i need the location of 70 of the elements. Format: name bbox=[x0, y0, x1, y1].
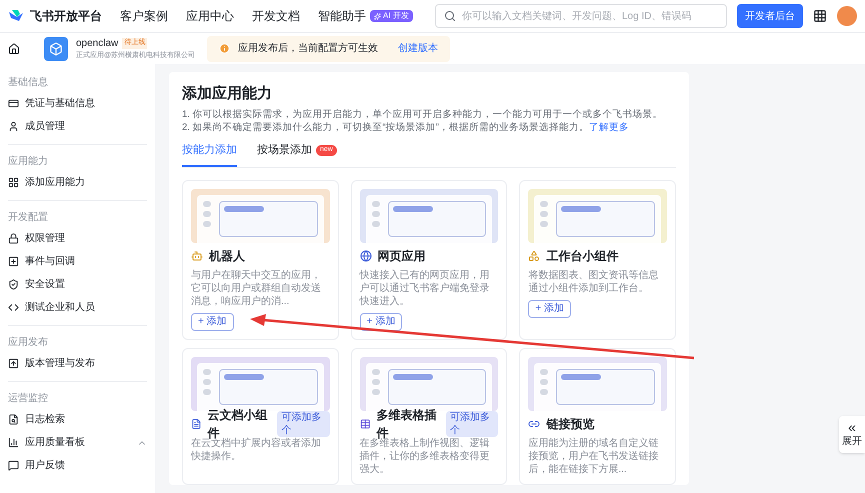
card-title: 链接预览 bbox=[546, 416, 594, 432]
page-title: 添加应用能力 bbox=[182, 84, 273, 104]
card-title: 网页应用 bbox=[378, 248, 426, 264]
nav-link[interactable]: 应用中心 bbox=[186, 7, 234, 25]
app-name: openclaw bbox=[76, 36, 118, 51]
sidebar-item[interactable]: 用户反馈 bbox=[8, 454, 147, 477]
lock-icon bbox=[8, 233, 19, 244]
sidebar-item[interactable]: 版本管理与发布 bbox=[8, 352, 147, 375]
card-description: 在多维表格上制作视图、逻辑插件，让你的多维表格变得更强大。 bbox=[360, 438, 491, 476]
section-title: 基础信息 bbox=[8, 76, 49, 90]
code-icon bbox=[8, 302, 19, 313]
card-description: 与用户在聊天中交互的应用，它可以向用户或群组自动发送消息，响应用户的消... bbox=[191, 268, 322, 308]
nav-link[interactable]: 客户案例 bbox=[120, 7, 168, 25]
note-line: 2. 如果尚不确定需要添加什么能力，可切换至“按场景添加”，根据所需的业务场景选择能力。了解更多 bbox=[182, 121, 630, 134]
card-description: 应用能为注册的域名自定义链接预览，用户在飞书发送链接后，能在链接下方展... bbox=[528, 436, 660, 476]
card-description: 快速接入已有的网页应用，用户可以通过飞书客户端免登录快速进入。 bbox=[360, 268, 491, 308]
bar-chart-icon bbox=[8, 437, 19, 448]
card-icon bbox=[8, 98, 19, 109]
sidebar-item[interactable]: 成员管理 bbox=[8, 115, 147, 138]
nav-link[interactable]: 智能助手 AI 开发 bbox=[318, 7, 413, 25]
chat-icon bbox=[8, 460, 19, 471]
sidebar-item[interactable]: 测试企业和人员 bbox=[8, 296, 147, 319]
sidebar-item[interactable]: 凭证与基础信息 bbox=[8, 92, 147, 115]
sidebar-item[interactable]: 添加应用能力 bbox=[8, 171, 147, 194]
nav-link[interactable]: 开发文档 bbox=[252, 7, 300, 25]
apps-grid-icon[interactable] bbox=[813, 9, 827, 23]
card-badge: 可添加多个 bbox=[446, 410, 498, 436]
warning-icon bbox=[219, 43, 230, 54]
section-title: 运营监控 bbox=[8, 392, 49, 406]
app-icon bbox=[44, 36, 68, 60]
file-search-icon bbox=[8, 414, 19, 425]
tab[interactable]: 按能力添加 bbox=[182, 142, 237, 166]
document-icon bbox=[191, 418, 202, 430]
sidebar-item[interactable]: 事件与回调 bbox=[8, 250, 147, 273]
sidebar-item[interactable]: 安全设置 bbox=[8, 273, 147, 296]
card-description: 将数据图表、图文资讯等信息通过小组件添加到工作台。 bbox=[528, 268, 660, 294]
note-line: 1. 你可以根据实际需求，为应用开启能力，单个应用可开启多种能力，一个能力可用于一个或多个飞书场景。 bbox=[182, 108, 664, 121]
create-version-link[interactable]: 创建版本 bbox=[398, 41, 438, 56]
card-title: 工作台小组件 bbox=[546, 248, 618, 264]
shapes-icon bbox=[528, 250, 540, 262]
section-title: 应用发布 bbox=[8, 336, 49, 350]
ai-badge: AI 开发 bbox=[370, 10, 413, 22]
console-button[interactable]: 开发者后台 bbox=[737, 4, 803, 28]
home-icon[interactable] bbox=[8, 42, 20, 54]
upload-icon bbox=[8, 358, 19, 369]
search-icon bbox=[444, 10, 456, 22]
sidebar-item[interactable]: 日志检索 bbox=[8, 408, 147, 431]
section-title: 应用能力 bbox=[8, 154, 49, 168]
card-badge: 可添加多个 bbox=[277, 410, 330, 436]
shield-icon bbox=[8, 279, 19, 290]
learn-more-link[interactable]: 了解更多 bbox=[588, 122, 629, 133]
section-title: 开发配置 bbox=[8, 210, 49, 224]
sidebar-item[interactable]: 应用质量看板 bbox=[8, 431, 147, 454]
table-icon bbox=[360, 418, 370, 430]
notice-text: 应用发布后，当前配置方可生效 bbox=[238, 42, 378, 56]
grid-icon bbox=[8, 177, 19, 188]
sidebar-item[interactable]: 权限管理 bbox=[8, 227, 147, 250]
robot-icon bbox=[191, 250, 203, 262]
user-icon bbox=[8, 121, 19, 132]
logo-icon bbox=[8, 9, 24, 23]
add-button[interactable]: + 添加 bbox=[360, 312, 402, 330]
globe-icon bbox=[360, 250, 372, 262]
card-title: 机器人 bbox=[209, 248, 245, 264]
card-description: 在云文档中扩展内容或者添加快捷操作。 bbox=[191, 438, 322, 462]
add-button[interactable]: + 添加 bbox=[191, 312, 234, 330]
add-button[interactable]: + 添加 bbox=[528, 300, 571, 318]
brand-name: 飞书开放平台 bbox=[30, 8, 102, 25]
plus-square-icon bbox=[8, 256, 19, 267]
expand-tab[interactable]: « 展开 bbox=[839, 416, 865, 453]
search-field[interactable]: 你可以输入文档关键词、开发问题、Log ID、错误码 bbox=[435, 4, 727, 28]
